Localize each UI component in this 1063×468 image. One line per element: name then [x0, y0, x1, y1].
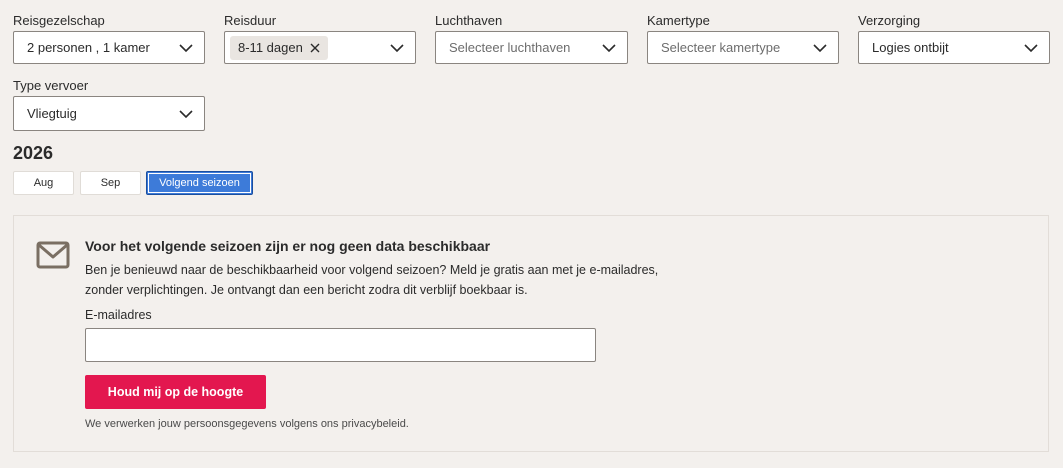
month-tab-sep[interactable]: Sep: [80, 171, 141, 195]
select-value: Vliegtuig: [27, 106, 77, 121]
chevron-down-icon: [179, 109, 193, 118]
chevron-down-icon: [179, 43, 193, 52]
filter-label: Reisgezelschap: [13, 13, 105, 28]
filter-label: Kamertype: [647, 13, 710, 28]
notice-text: Ben je benieuwd naar de beschikbaarheid …: [85, 263, 659, 297]
filter-luchthaven: Luchthaven Selecteer luchthaven: [435, 11, 628, 64]
chevron-down-icon: [390, 43, 404, 52]
mail-icon: [36, 241, 70, 269]
reisduur-select[interactable]: 8-11 dagen: [224, 31, 416, 64]
kamertype-select[interactable]: Selecteer kamertype: [647, 31, 839, 64]
chip-label: 8-11 dagen: [238, 40, 303, 55]
notice-title: Voor het volgende seizoen zijn er nog ge…: [85, 238, 491, 254]
filter-kamertype: Kamertype Selecteer kamertype: [647, 11, 839, 64]
chevron-down-icon: [1024, 43, 1038, 52]
filter-type-vervoer: Type vervoer Vliegtuig: [13, 76, 205, 131]
select-placeholder: Selecteer kamertype: [661, 40, 781, 55]
availability-notice-panel: Voor het volgende seizoen zijn er nog ge…: [13, 215, 1049, 452]
reisgezelschap-select[interactable]: 2 personen , 1 kamer: [13, 31, 205, 64]
filter-label: Luchthaven: [435, 13, 503, 28]
filter-label: Reisduur: [224, 13, 277, 28]
month-tab-next-season[interactable]: Volgend seizoen: [146, 171, 253, 195]
email-label: E-mailadres: [85, 308, 152, 322]
filter-reisduur: Reisduur 8-11 dagen: [224, 11, 416, 64]
verzorging-select[interactable]: Logies ontbijt: [858, 31, 1050, 64]
close-icon[interactable]: [310, 43, 320, 53]
chevron-down-icon: [813, 43, 827, 52]
filter-label: Verzorging: [858, 13, 921, 28]
email-input[interactable]: [85, 328, 596, 362]
select-value: Logies ontbijt: [872, 40, 949, 55]
notify-me-button[interactable]: Houd mij op de hoogte: [85, 375, 266, 409]
filter-reisgezelschap: Reisgezelschap 2 personen , 1 kamer: [13, 11, 205, 64]
privacy-text: We verwerken jouw persoonsgegevens volge…: [85, 418, 409, 430]
month-tab-aug[interactable]: Aug: [13, 171, 74, 195]
calendar-year: 2026: [13, 143, 54, 163]
duration-chip: 8-11 dagen: [230, 35, 328, 60]
select-value: 2 personen , 1 kamer: [27, 40, 150, 55]
luchthaven-select[interactable]: Selecteer luchthaven: [435, 31, 628, 64]
chevron-down-icon: [602, 43, 616, 52]
type-vervoer-select[interactable]: Vliegtuig: [13, 96, 205, 131]
select-placeholder: Selecteer luchthaven: [449, 40, 571, 55]
filter-label: Type vervoer: [13, 78, 89, 93]
filter-verzorging: Verzorging Logies ontbijt: [858, 11, 1050, 64]
